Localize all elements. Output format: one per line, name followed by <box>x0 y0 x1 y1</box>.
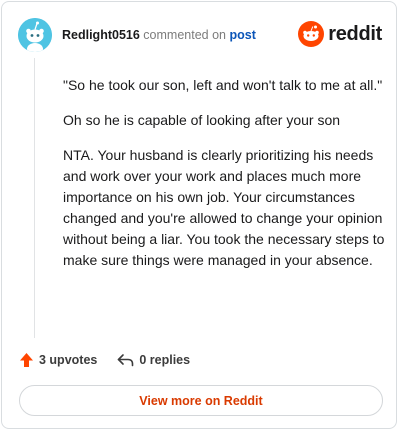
action-text: commented on <box>143 28 226 42</box>
snoo-avatar-icon <box>18 18 52 52</box>
upvote-arrow-icon <box>20 353 33 367</box>
post-link[interactable]: post <box>229 28 255 42</box>
replies-count: 0 replies <box>139 353 191 367</box>
upvotes-count: 3 upvotes <box>39 353 98 367</box>
reddit-wordmark: reddit <box>328 22 382 45</box>
comment-header: Redlight0516 commented on post <box>62 28 256 42</box>
replies-button[interactable]: 0 replies <box>117 353 190 367</box>
reddit-brand[interactable]: reddit <box>298 21 382 47</box>
view-more-button[interactable]: View more on Reddit <box>19 385 383 416</box>
reply-arrow-icon <box>118 354 134 367</box>
thread-line <box>34 58 35 338</box>
upvotes-button[interactable]: 3 upvotes <box>19 352 97 368</box>
comment-paragraph: "So he took our son, left and won't talk… <box>63 77 383 93</box>
comment-embed-card: Redlight0516 commented on post reddit "S… <box>1 1 397 429</box>
user-avatar[interactable] <box>18 18 52 52</box>
comment-actions: 3 upvotes 0 replies <box>19 350 210 370</box>
username-link[interactable]: Redlight0516 <box>62 28 140 42</box>
comment-paragraph: NTA. Your husband is clearly prioritizin… <box>63 147 385 268</box>
reddit-logo-icon <box>298 21 325 47</box>
comment-body: "So he took our son, left and won't talk… <box>63 75 385 285</box>
comment-paragraph: Oh so he is capable of looking after you… <box>63 112 341 128</box>
